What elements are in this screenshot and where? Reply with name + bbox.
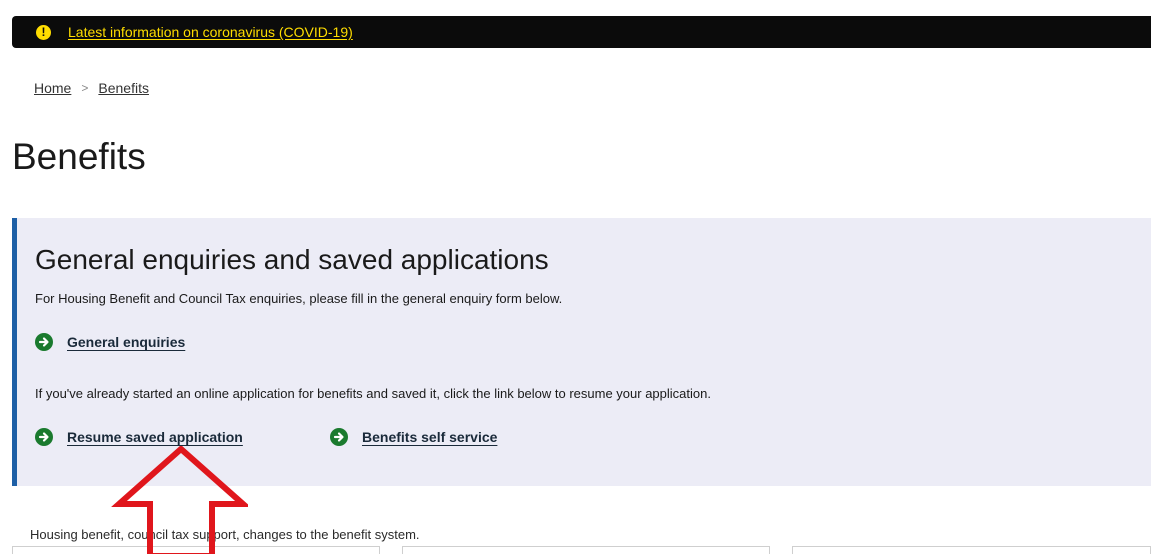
arrow-right-circle-icon (35, 333, 53, 351)
warning-icon: ! (36, 24, 51, 40)
breadcrumb-separator: > (81, 81, 89, 95)
resume-application-row: Resume saved application (35, 428, 243, 446)
covid-alert-banner: ! Latest information on coronavirus (COV… (12, 16, 1151, 48)
arrow-right-circle-icon (35, 428, 53, 446)
resume-saved-application-link[interactable]: Resume saved application (67, 429, 243, 445)
benefit-card-2[interactable] (402, 546, 770, 554)
page-title: Benefits (12, 136, 146, 177)
panel-intro-text: For Housing Benefit and Council Tax enqu… (35, 291, 563, 306)
benefits-self-service-link[interactable]: Benefits self service (362, 429, 497, 445)
breadcrumb-home[interactable]: Home (34, 80, 71, 96)
covid-info-link[interactable]: Latest information on coronavirus (COVID… (68, 24, 353, 40)
panel-heading: General enquiries and saved applications (35, 244, 549, 275)
benefit-card-3[interactable] (792, 546, 1151, 554)
resume-instructions-text: If you've already started an online appl… (35, 386, 711, 401)
general-enquiries-row: General enquiries (35, 333, 185, 351)
breadcrumb: Home > Benefits (34, 80, 149, 96)
breadcrumb-benefits[interactable]: Benefits (98, 80, 149, 96)
self-service-row: Benefits self service (330, 428, 497, 446)
benefits-page: ! Latest information on coronavirus (COV… (0, 0, 1151, 554)
arrow-right-circle-icon (330, 428, 348, 446)
annotation-up-arrow-icon (111, 446, 248, 554)
general-enquiries-link[interactable]: General enquiries (67, 334, 185, 350)
